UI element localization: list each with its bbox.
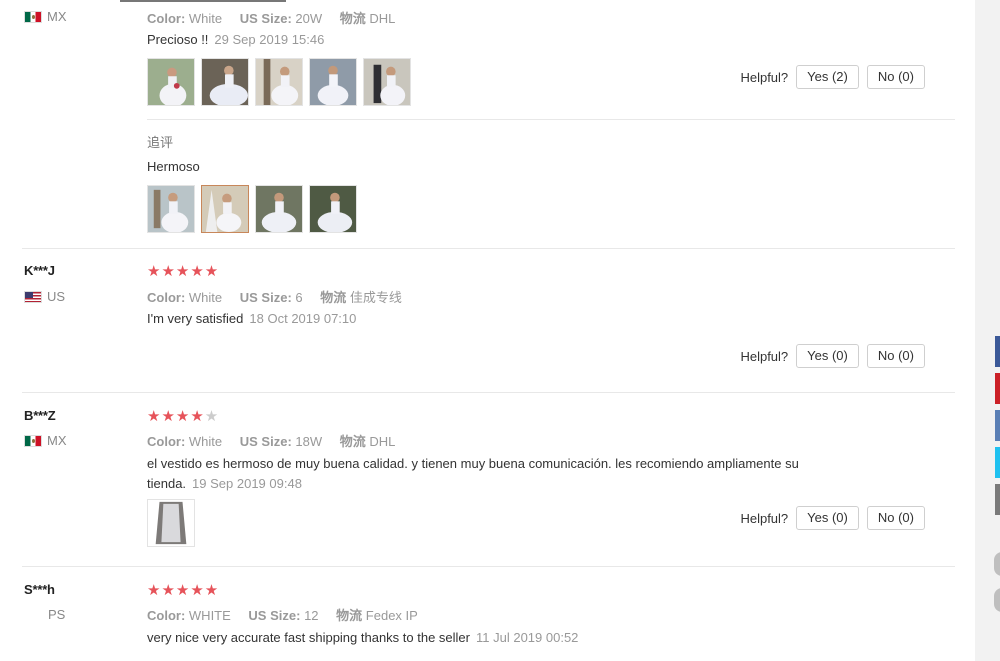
append-divider [147, 119, 955, 120]
reviewer-name: K***J [24, 263, 55, 278]
empty-star-icon: ★ [204, 408, 220, 425]
reviewer-country: MX [24, 433, 67, 448]
review-date: 29 Sep 2019 15:46 [214, 32, 325, 47]
flag-mexico-icon [24, 10, 42, 23]
append-review-label: 追评 [147, 135, 174, 150]
flag-usa-icon [24, 290, 42, 303]
review-photo-thumbnail[interactable] [255, 185, 303, 233]
review-item: MX Color: White US Size: 20W 物流 DHL Prec… [0, 0, 975, 249]
sku-attributes: Color: White US Size: 6 物流 佳成专线 [147, 290, 402, 305]
append-review-photos [147, 185, 357, 233]
review-photo-thumbnail[interactable] [201, 58, 249, 106]
helpful-vote: Helpful? Yes (0) No (0) [740, 344, 925, 368]
review-photo-thumbnail[interactable] [147, 58, 195, 106]
scroll-down-button[interactable] [994, 588, 1000, 612]
twitter-share-icon[interactable] [995, 447, 1000, 478]
helpful-no-button[interactable]: No (0) [866, 344, 925, 368]
reviewer-country: US [24, 289, 65, 304]
review-text: very nice very accurate fast shipping th… [147, 630, 579, 645]
scroll-up-button[interactable] [994, 552, 1000, 576]
review-item: K***J US ★★★★★ Color: White US Size: 6 物… [0, 249, 975, 393]
helpful-vote: Helpful? Yes (0) No (0) [740, 506, 925, 530]
reviewer-country: MX [24, 9, 67, 24]
pinterest-share-icon[interactable] [995, 373, 1000, 404]
review-photo-thumbnail[interactable] [201, 185, 249, 233]
review-photo-thumbnail[interactable] [255, 58, 303, 106]
review-photo-thumbnail[interactable] [147, 499, 195, 547]
review-photo-thumbnail[interactable] [363, 58, 411, 106]
sku-attributes: Color: WHITE US Size: 12 物流 Fedex IP [147, 608, 418, 623]
review-text: Precioso !! 29 Sep 2019 15:46 [147, 32, 325, 47]
append-review-text: Hermoso [147, 159, 200, 174]
star-rating: ★★★★★ [147, 408, 220, 425]
more-share-icon[interactable] [995, 484, 1000, 515]
sku-attributes: Color: White US Size: 20W 物流 DHL [147, 11, 396, 26]
sku-attributes: Color: White US Size: 18W 物流 DHL [147, 434, 396, 449]
review-photo-thumbnail[interactable] [309, 185, 357, 233]
reviewer-name: B***Z [24, 408, 56, 423]
helpful-yes-button[interactable]: Yes (0) [796, 344, 859, 368]
review-photos [147, 499, 195, 547]
vk-share-icon[interactable] [995, 410, 1000, 441]
review-photos [147, 58, 411, 106]
helpful-yes-button[interactable]: Yes (0) [796, 506, 859, 530]
review-date: 18 Oct 2019 07:10 [249, 311, 357, 326]
flag-mexico-icon [24, 434, 42, 447]
facebook-share-icon[interactable] [995, 336, 1000, 367]
helpful-vote: Helpful? Yes (2) No (0) [740, 65, 925, 89]
helpful-yes-button[interactable]: Yes (2) [796, 65, 859, 89]
star-rating: ★★★★★ [147, 582, 220, 599]
review-item: S***h PS ★★★★★ Color: WHITE US Size: 12 … [0, 567, 975, 661]
review-text: I'm very satisfied 18 Oct 2019 07:10 [147, 311, 357, 326]
reviewer-name: S***h [24, 582, 55, 597]
helpful-no-button[interactable]: No (0) [866, 506, 925, 530]
share-bar [995, 336, 1000, 521]
review-photo-thumbnail[interactable] [147, 185, 195, 233]
review-date: 19 Sep 2019 09:48 [192, 476, 302, 491]
review-photo-thumbnail[interactable] [309, 58, 357, 106]
review-text: el vestido es hermoso de muy buena calid… [147, 456, 799, 491]
helpful-no-button[interactable]: No (0) [866, 65, 925, 89]
reviewer-country: PS [48, 607, 66, 622]
review-date: 11 Jul 2019 00:52 [476, 630, 579, 645]
review-item: B***Z MX ★★★★★ Color: White US Size: 18W… [0, 393, 975, 567]
star-rating: ★★★★★ [147, 263, 220, 280]
